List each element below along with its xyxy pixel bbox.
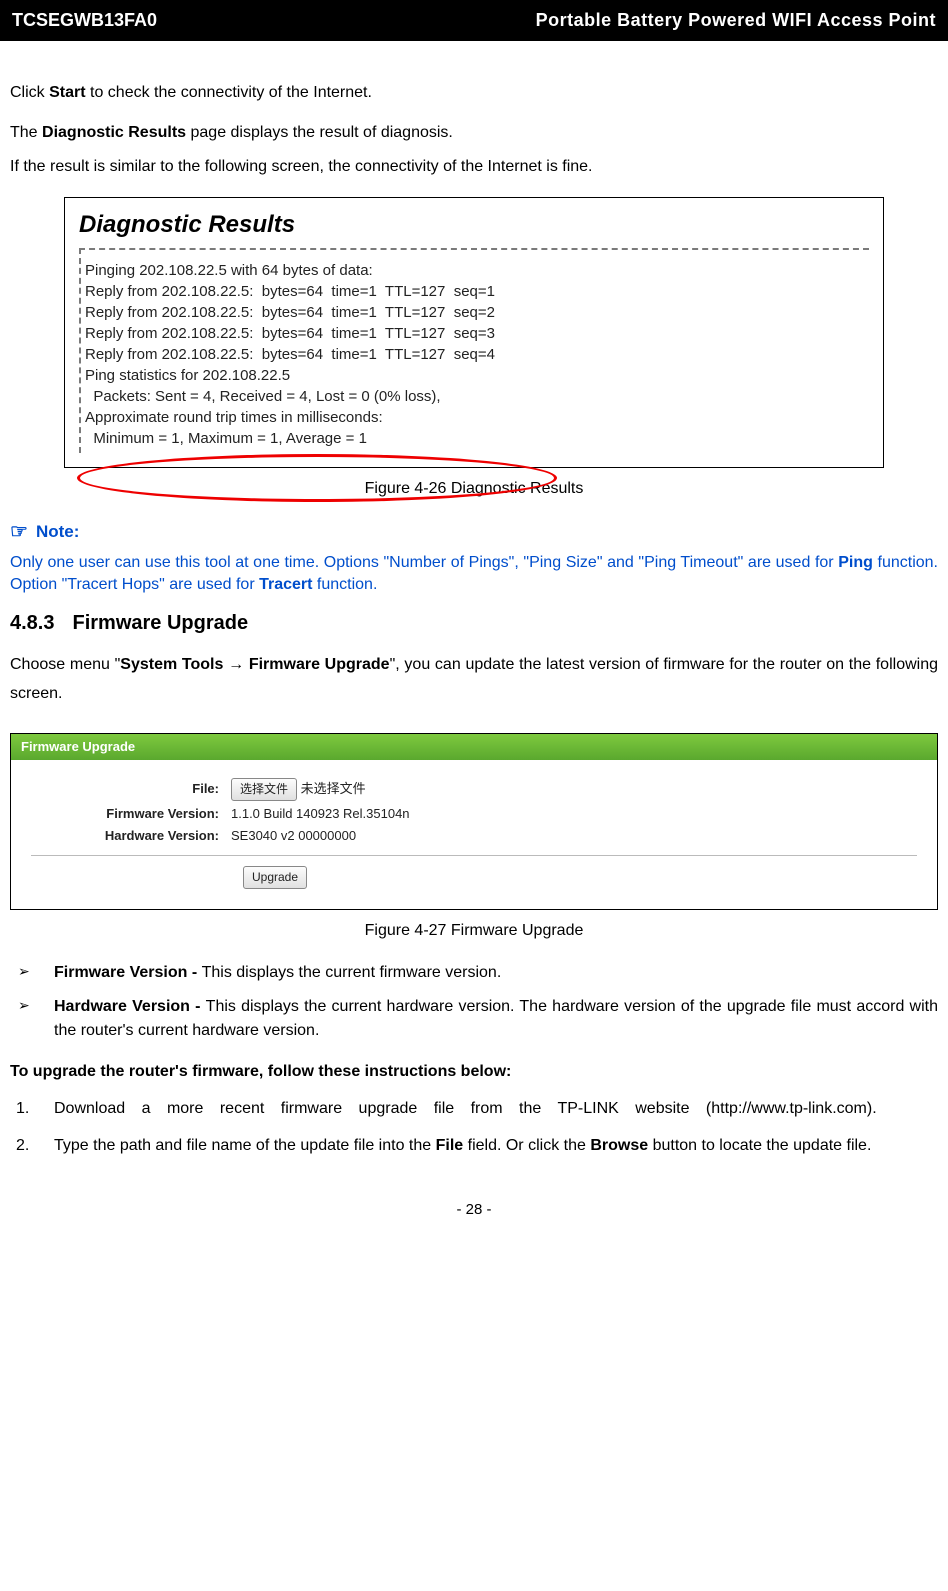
text: field. Or click the <box>463 1137 590 1154</box>
bullet-mark-icon: ➢ <box>10 961 54 985</box>
list-item-1: 1. Download a more recent firmware upgra… <box>10 1095 938 1122</box>
separator <box>31 855 917 856</box>
fw-file-row: File: 选择文件 未选择文件 <box>31 778 917 801</box>
bullet-text: This displays the current firmware versi… <box>202 964 502 981</box>
bold-tracert: Tracert <box>259 576 312 593</box>
diag-line: Approximate round trip times in millisec… <box>85 407 865 428</box>
diag-line: Reply from 202.108.22.5: bytes=64 time=1… <box>85 344 865 365</box>
note-label: Note: <box>36 520 79 544</box>
text: Click <box>10 84 49 101</box>
paragraph-diag: The Diagnostic Results page displays the… <box>10 121 938 145</box>
text: Type the path and file name of the updat… <box>54 1137 436 1154</box>
bold-browse: Browse <box>590 1137 648 1154</box>
bullet-firmware-version: ➢ Firmware Version - This displays the c… <box>10 961 938 985</box>
page-number: - 28 - <box>10 1199 938 1220</box>
text: page displays the result of diagnosis. <box>186 124 453 141</box>
figure-diagnostic: Diagnostic Results Pinging 202.108.22.5 … <box>64 197 884 468</box>
upgrade-button[interactable]: Upgrade <box>243 866 307 889</box>
text: function. <box>312 576 377 593</box>
fw-hardware-row: Hardware Version: SE3040 v2 00000000 <box>31 827 917 845</box>
diag-panel-title: Diagnostic Results <box>79 208 869 242</box>
text: to check the connectivity of the Interne… <box>86 84 372 101</box>
figure-caption-2: Figure 4-27 Firmware Upgrade <box>10 920 938 942</box>
bold-diag: Diagnostic Results <box>42 124 186 141</box>
text: Choose menu " <box>10 656 120 673</box>
fw-version-label: Firmware Version: <box>31 805 231 823</box>
pointing-hand-icon: ☞ <box>10 518 28 546</box>
choose-file-button[interactable]: 选择文件 <box>231 778 297 801</box>
no-file-text: 未选择文件 <box>301 781 366 796</box>
paragraph-start: Click Start to check the connectivity of… <box>10 81 938 105</box>
section-paragraph: Choose menu "System Tools → Firmware Upg… <box>10 651 938 709</box>
bold-menu: System Tools → Firmware Upgrade <box>120 656 389 673</box>
instructions-title: To upgrade the router's firmware, follow… <box>10 1061 938 1083</box>
numbered-list: 1. Download a more recent firmware upgra… <box>10 1095 938 1159</box>
note-header: ☞ Note: <box>10 518 938 546</box>
bullet-list: ➢ Firmware Version - This displays the c… <box>10 961 938 1043</box>
bullet-mark-icon: ➢ <box>10 995 54 1043</box>
item-1-text: Download a more recent firmware upgrade … <box>54 1095 938 1122</box>
doc-code: TCSEGWB13FA0 <box>0 0 169 41</box>
fw-hardware-label: Hardware Version: <box>31 827 231 845</box>
bullet-hardware-version: ➢ Hardware Version - This displays the c… <box>10 995 938 1043</box>
fw-version-value: 1.1.0 Build 140923 Rel.35104n <box>231 805 410 823</box>
note-body: Only one user can use this tool at one t… <box>10 552 938 595</box>
fw-file-label: File: <box>31 780 231 798</box>
bullet-title: Firmware Version - <box>54 964 202 981</box>
bullet-title: Hardware Version - <box>54 998 206 1015</box>
text: button to locate the update file. <box>648 1137 871 1154</box>
diag-line: Reply from 202.108.22.5: bytes=64 time=1… <box>85 323 865 344</box>
list-item-2: 2. Type the path and file name of the up… <box>10 1132 938 1159</box>
fw-hardware-value: SE3040 v2 00000000 <box>231 827 356 845</box>
firmware-upgrade-panel: Firmware Upgrade File: 选择文件 未选择文件 Firmwa… <box>10 733 938 910</box>
text: Only one user can use this tool at one t… <box>10 554 838 571</box>
paragraph-result: If the result is similar to the followin… <box>10 155 938 179</box>
diag-line: Pinging 202.108.22.5 with 64 bytes of da… <box>85 260 865 281</box>
diag-line: Packets: Sent = 4, Received = 4, Lost = … <box>85 386 865 407</box>
num-2: 2. <box>10 1132 54 1159</box>
text: The <box>10 124 42 141</box>
figure-caption-1: Figure 4-26 Diagnostic Results <box>10 478 938 500</box>
bold-file: File <box>436 1137 464 1154</box>
diag-line: Ping statistics for 202.108.22.5 <box>85 365 865 386</box>
diagnostic-results-panel: Diagnostic Results Pinging 202.108.22.5 … <box>64 197 884 468</box>
bold-start: Start <box>49 84 85 101</box>
section-title: Firmware Upgrade <box>72 612 248 634</box>
diag-line: Reply from 202.108.22.5: bytes=64 time=1… <box>85 302 865 323</box>
num-1: 1. <box>10 1095 54 1122</box>
fw-version-row: Firmware Version: 1.1.0 Build 140923 Rel… <box>31 805 917 823</box>
diag-line: Reply from 202.108.22.5: bytes=64 time=1… <box>85 281 865 302</box>
section-number: 4.8.3 <box>10 612 54 634</box>
diag-line: Minimum = 1, Maximum = 1, Average = 1 <box>85 428 865 449</box>
bold-ping: Ping <box>838 554 873 571</box>
top-header-bar: TCSEGWB13FA0 Portable Battery Powered WI… <box>0 0 948 41</box>
diag-output: Pinging 202.108.22.5 with 64 bytes of da… <box>79 248 869 453</box>
doc-title: Portable Battery Powered WIFI Access Poi… <box>169 0 948 41</box>
section-heading: 4.8.3 Firmware Upgrade <box>10 609 938 637</box>
fw-panel-title: Firmware Upgrade <box>11 734 937 760</box>
